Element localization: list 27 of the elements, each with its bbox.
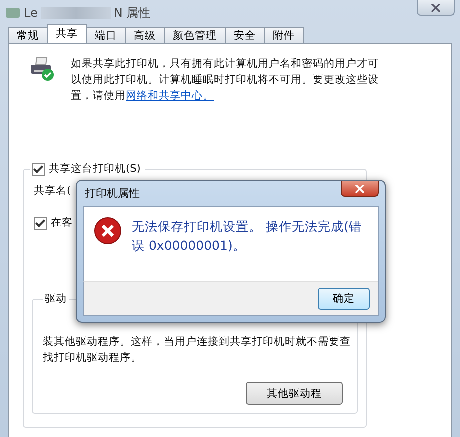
error-message: 无法保存打印机设置。 操作无法完成(错误 0x00000001)。 <box>132 218 363 255</box>
network-sharing-link[interactable]: 网络和共享中心。 <box>126 90 214 102</box>
tab[interactable]: 附件 <box>264 27 304 43</box>
tab[interactable]: 共享 <box>47 24 87 43</box>
close-icon <box>355 184 365 192</box>
close-icon <box>431 4 441 12</box>
share-name-label: 共享名( <box>34 184 72 198</box>
close-button[interactable] <box>417 0 455 16</box>
error-icon <box>94 217 122 245</box>
ok-button[interactable]: 确定 <box>318 288 370 310</box>
checkbox[interactable] <box>34 216 47 230</box>
tab[interactable]: 高级 <box>125 27 165 43</box>
close-button[interactable] <box>341 181 379 197</box>
checkbox[interactable] <box>32 162 45 176</box>
sharing-description: 如果共享此打印机，只有拥有此计算机用户名和密码的用户才可以使用此打印机。计算机睡眠时打印机将不可用。要更改这些设置，请使用 网络和共享中心。 <box>71 57 380 104</box>
checkbox-label: 共享这台打印机(S) <box>49 162 141 176</box>
tab[interactable]: 常规 <box>8 27 48 43</box>
dialog-title: 打印机属性 <box>85 186 140 201</box>
tab[interactable]: 安全 <box>225 27 265 43</box>
additional-drivers-button[interactable]: 其他驱动程 <box>246 382 343 405</box>
group-title: 驱动 <box>44 292 68 306</box>
tab[interactable]: 端口 <box>86 27 126 43</box>
window-title: Le N 属性 <box>24 4 151 22</box>
tab[interactable]: 颜色管理 <box>164 27 226 43</box>
drivers-description: 装其他驱动程序。这样，当用户连接到共享打印机时就不需要查找打印机驱动程序。 <box>43 335 352 366</box>
checkbox-label: 在客 <box>51 216 73 230</box>
shared-printer-icon <box>29 56 55 82</box>
